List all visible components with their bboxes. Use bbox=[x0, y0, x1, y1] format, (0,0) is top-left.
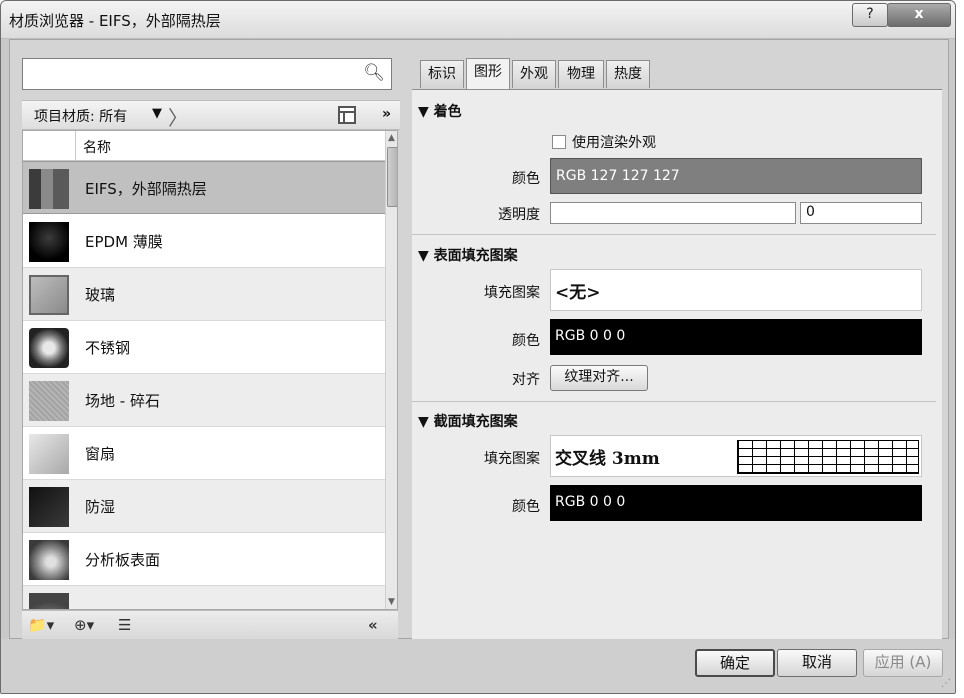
transparency-value-field[interactable]: 0 bbox=[800, 202, 922, 224]
material-thumbnail bbox=[29, 540, 69, 580]
surface-color-label: 颜色 bbox=[512, 333, 540, 349]
material-thumbnail bbox=[29, 593, 69, 609]
cut-color-label: 颜色 bbox=[512, 499, 540, 515]
search-input[interactable]: 🔍︎ bbox=[22, 58, 392, 90]
surface-pattern-field[interactable]: <无> bbox=[550, 269, 922, 311]
search-icon[interactable]: 🔍︎ bbox=[363, 63, 385, 83]
list-item-analytical-panel[interactable]: 分析板表面 bbox=[23, 533, 385, 586]
library-breadcrumb-bar: 项目材质: 所有 ▼ 〉 » bbox=[22, 100, 400, 130]
material-thumbnail bbox=[29, 381, 69, 421]
material-list-panel: 🔍︎ 项目材质: 所有 ▼ 〉 » 名称 EIFS，外部隔热层 EPDM 薄膜 … bbox=[22, 52, 400, 640]
shading-color-label: 颜色 bbox=[512, 171, 540, 187]
view-options-icon[interactable] bbox=[338, 106, 356, 124]
list-item-sash[interactable]: 窗扇 bbox=[23, 427, 385, 480]
list-view-icon[interactable]: ☰ bbox=[118, 616, 131, 634]
dialog-body: 🔍︎ 项目材质: 所有 ▼ 〉 » 名称 EIFS，外部隔热层 EPDM 薄膜 … bbox=[9, 39, 950, 640]
list-item-stainless-steel[interactable]: 不锈钢 bbox=[23, 321, 385, 374]
collapse-panel-icon[interactable]: « bbox=[368, 616, 378, 634]
resize-grip-icon[interactable]: ⋰ bbox=[941, 678, 951, 689]
cut-color-swatch[interactable]: RGB 0 0 0 bbox=[550, 485, 922, 521]
transparency-label: 透明度 bbox=[498, 207, 540, 223]
title-bar[interactable]: 材质浏览器 - EIFS，外部隔热层 ? x bbox=[1, 1, 955, 39]
list-item-epdm[interactable]: EPDM 薄膜 bbox=[23, 215, 385, 268]
scroll-thumb[interactable] bbox=[387, 147, 397, 207]
section-divider bbox=[412, 234, 936, 235]
dialog-footer: 确定 取消 应用 (A) ⋰ bbox=[1, 639, 955, 693]
library-folder-icon[interactable]: 📁▾ bbox=[28, 616, 54, 634]
help-button[interactable]: ? bbox=[852, 3, 888, 27]
tab-thermal[interactable]: 热度 bbox=[606, 60, 650, 88]
shading-color-swatch[interactable]: RGB 127 127 127 bbox=[550, 158, 922, 194]
close-button[interactable]: x bbox=[887, 3, 951, 27]
material-name: EPDM 薄膜 bbox=[85, 233, 163, 251]
material-list: 名称 EIFS，外部隔热层 EPDM 薄膜 玻璃 不锈钢 场地 - 碎石 窗扇 … bbox=[22, 130, 398, 610]
list-item-glass[interactable]: 玻璃 bbox=[23, 268, 385, 321]
list-item-partial[interactable] bbox=[23, 586, 385, 609]
chevron-down-icon[interactable]: ▼ bbox=[152, 106, 162, 121]
list-header: 名称 bbox=[23, 131, 385, 161]
list-item-gravel[interactable]: 场地 - 碎石 bbox=[23, 374, 385, 427]
material-name: EIFS，外部隔热层 bbox=[85, 180, 207, 198]
breadcrumb-separator-icon: 〉 bbox=[168, 106, 188, 130]
cut-pattern-value: 交叉线 3mm bbox=[555, 449, 660, 469]
texture-align-button[interactable]: 纹理对齐... bbox=[550, 365, 648, 391]
material-thumbnail bbox=[29, 169, 69, 209]
expand-library-icon[interactable]: » bbox=[382, 106, 391, 122]
surface-pattern-value: <无> bbox=[555, 283, 601, 303]
material-name: 不锈钢 bbox=[85, 339, 131, 357]
section-shading-header[interactable]: ▼ 着色 bbox=[418, 101, 462, 121]
window-title: 材质浏览器 - EIFS，外部隔热层 bbox=[9, 12, 221, 30]
material-thumbnail bbox=[29, 487, 69, 527]
surface-align-label: 对齐 bbox=[512, 372, 540, 388]
material-name: 窗扇 bbox=[85, 445, 116, 463]
column-header-name[interactable]: 名称 bbox=[83, 137, 111, 157]
section-cut-pattern-header[interactable]: ▼ 截面填充图案 bbox=[418, 411, 518, 431]
list-item-damp-proofing[interactable]: 防湿 bbox=[23, 480, 385, 533]
surface-color-swatch[interactable]: RGB 0 0 0 bbox=[550, 319, 922, 355]
tab-appearance[interactable]: 外观 bbox=[512, 60, 556, 88]
material-thumbnail bbox=[29, 328, 69, 368]
material-name: 分析板表面 bbox=[85, 551, 161, 569]
use-render-appearance-label: 使用渲染外观 bbox=[572, 135, 656, 151]
list-scrollbar[interactable]: ▲ ▼ bbox=[385, 131, 397, 609]
cut-pattern-field[interactable]: 交叉线 3mm bbox=[550, 435, 922, 477]
section-surface-pattern-header[interactable]: ▼ 表面填充图案 bbox=[418, 245, 518, 265]
list-toolbar: 📁▾ ⊕▾ ☰ « bbox=[22, 610, 398, 640]
ok-button[interactable]: 确定 bbox=[695, 649, 775, 677]
material-thumbnail bbox=[29, 434, 69, 474]
scroll-up-icon[interactable]: ▲ bbox=[388, 133, 395, 143]
tab-physical[interactable]: 物理 bbox=[558, 60, 604, 88]
scroll-down-icon[interactable]: ▼ bbox=[388, 597, 395, 607]
graphics-properties: ▼ 着色 使用渲染外观 颜色 RGB 127 127 127 透明度 0 ▼ 表… bbox=[412, 89, 942, 640]
material-thumbnail bbox=[29, 222, 69, 262]
column-divider bbox=[75, 131, 76, 160]
crosshatch-preview bbox=[737, 440, 919, 474]
transparency-slider[interactable] bbox=[550, 202, 796, 224]
list-item-eifs[interactable]: EIFS，外部隔热层 bbox=[23, 161, 385, 214]
section-divider bbox=[412, 401, 936, 402]
tab-graphics[interactable]: 图形 bbox=[466, 58, 510, 89]
material-browser-window: 材质浏览器 - EIFS，外部隔热层 ? x 🔍︎ 项目材质: 所有 ▼ 〉 »… bbox=[0, 0, 956, 694]
surface-pattern-label: 填充图案 bbox=[484, 285, 540, 301]
checkbox-box[interactable] bbox=[552, 135, 566, 149]
cut-pattern-label: 填充图案 bbox=[484, 451, 540, 467]
material-name: 场地 - 碎石 bbox=[85, 392, 160, 410]
material-name: 玻璃 bbox=[85, 286, 116, 304]
create-material-icon[interactable]: ⊕▾ bbox=[74, 616, 94, 634]
material-name: 防湿 bbox=[85, 498, 116, 516]
cancel-button[interactable]: 取消 bbox=[777, 649, 857, 677]
tab-identity[interactable]: 标识 bbox=[420, 60, 464, 88]
use-render-appearance-checkbox[interactable]: 使用渲染外观 bbox=[552, 132, 656, 152]
material-thumbnail bbox=[29, 275, 69, 315]
material-properties-panel: 标识 图形 外观 物理 热度 ▼ 着色 使用渲染外观 颜色 RGB 127 12… bbox=[412, 52, 950, 640]
apply-button[interactable]: 应用 (A) bbox=[863, 649, 943, 677]
breadcrumb-project-materials[interactable]: 项目材质: 所有 bbox=[34, 106, 127, 126]
